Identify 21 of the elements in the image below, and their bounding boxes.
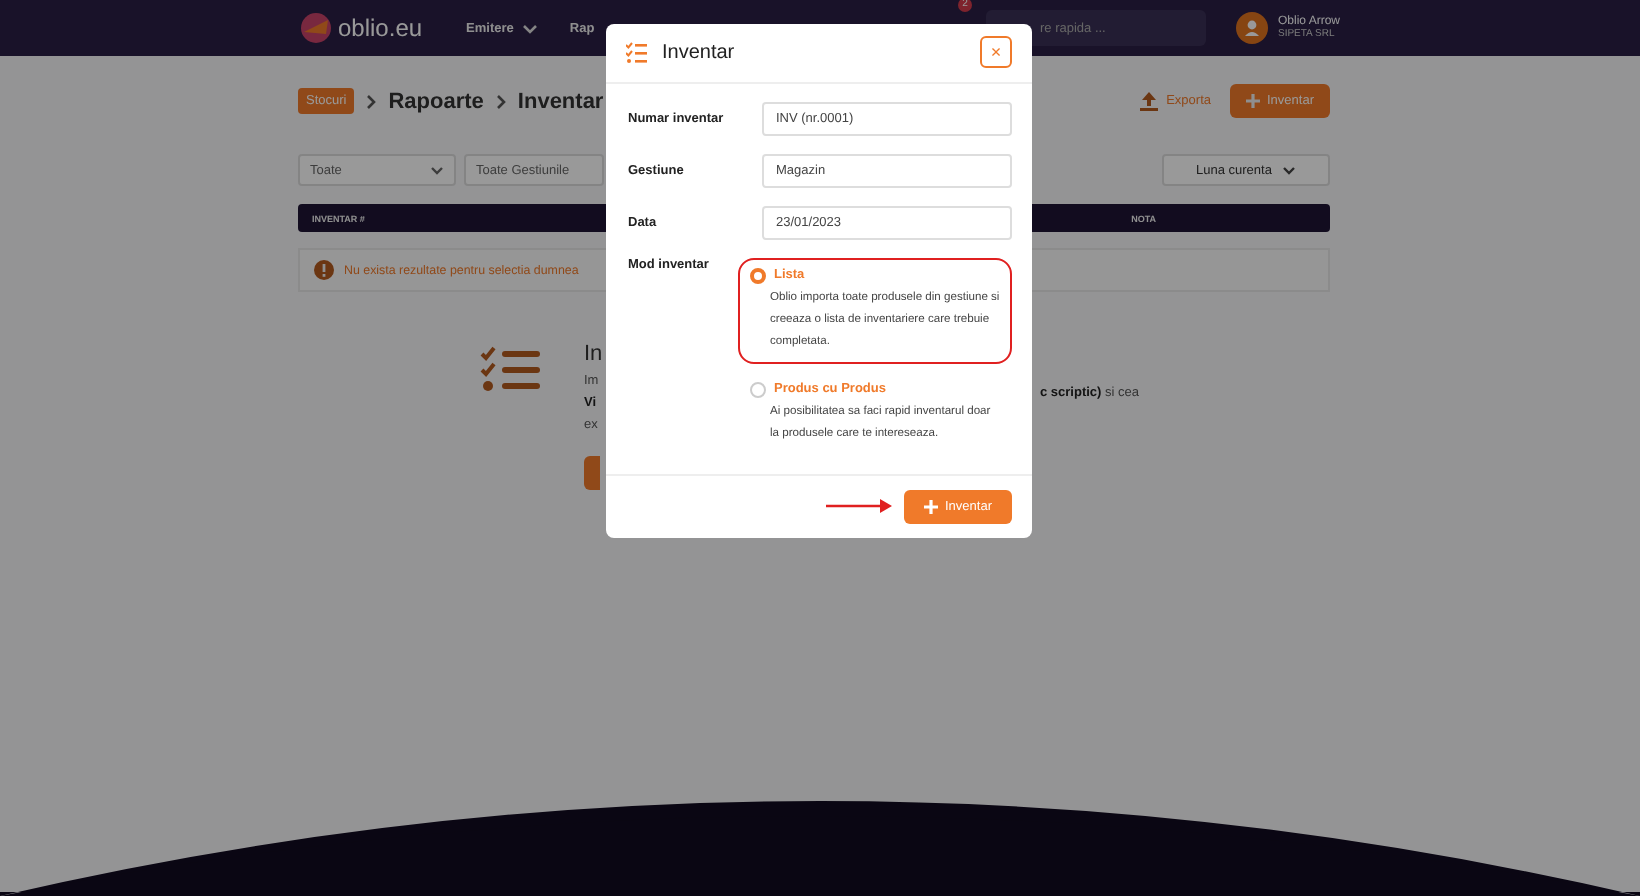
caret-icon — [430, 165, 444, 175]
checklist-icon — [626, 41, 648, 64]
warning-icon — [314, 260, 334, 280]
plus-icon — [923, 499, 937, 514]
breadcrumb-item[interactable]: Rapoarte — [388, 89, 484, 113]
plus-icon — [1245, 94, 1259, 108]
empty-state-title: In — [584, 342, 603, 366]
radio-button[interactable] — [750, 267, 766, 284]
logo-text: oblio.eu — [338, 14, 423, 42]
logo-icon — [300, 12, 332, 44]
radio-button[interactable] — [750, 381, 766, 398]
breadcrumb-item[interactable]: Inventar — [517, 89, 604, 113]
dialog-title: Inventar — [662, 41, 735, 64]
upload-icon — [1140, 91, 1159, 111]
caret-icon — [1281, 165, 1296, 175]
button[interactable] — [584, 456, 600, 490]
avatar-icon — [1235, 12, 1268, 44]
close-button[interactable]: × — [980, 36, 1012, 69]
chevron-icon — [495, 93, 506, 109]
chevron-icon — [366, 93, 377, 109]
checklist-icon — [480, 346, 540, 392]
